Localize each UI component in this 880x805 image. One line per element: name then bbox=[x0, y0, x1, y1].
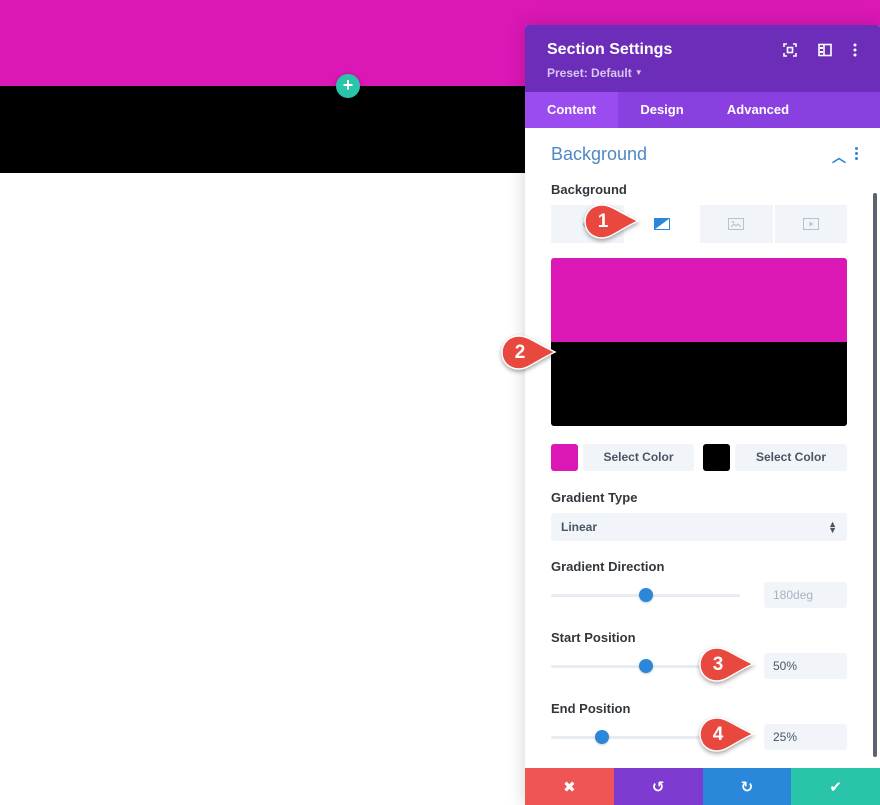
gradient-preview bbox=[551, 258, 847, 426]
background-label: Background bbox=[551, 182, 627, 197]
caret-down-icon: ▼ bbox=[634, 68, 643, 77]
panel-title: Section Settings bbox=[547, 41, 673, 58]
check-icon: ✔ bbox=[829, 778, 842, 796]
start-position-slider-handle[interactable] bbox=[638, 659, 653, 673]
select-color-end-button[interactable]: Select Color bbox=[735, 444, 847, 471]
gradient-type-value: Linear bbox=[561, 520, 598, 534]
color-swatch-start[interactable] bbox=[551, 444, 578, 471]
panel-scrollbar[interactable] bbox=[873, 193, 877, 757]
annotation-number: 1 bbox=[597, 211, 609, 232]
section-settings-panel: Section Settings Preset: Default ▼ Conten… bbox=[525, 25, 880, 805]
tab-advanced[interactable]: Advanced bbox=[706, 92, 810, 128]
group-options-icon[interactable] bbox=[855, 147, 859, 162]
start-position-label: Start Position bbox=[551, 630, 636, 645]
annotation-number: 4 bbox=[712, 724, 724, 745]
panel-tabs: Content Design Advanced bbox=[525, 92, 880, 128]
preset-label: Preset: Default bbox=[547, 66, 632, 80]
gradient-preview-start bbox=[551, 258, 847, 342]
preset-dropdown[interactable]: Preset: Default ▼ bbox=[547, 66, 643, 80]
end-position-input[interactable]: 25% bbox=[764, 724, 847, 750]
panel-footer: ✖ ↺ ↻ ✔ bbox=[525, 768, 880, 805]
end-position-label: End Position bbox=[551, 701, 631, 716]
tab-content[interactable]: Content bbox=[525, 92, 618, 128]
select-arrows-icon: ▲ ▼ bbox=[828, 519, 837, 535]
chevron-up-icon[interactable]: ︿ bbox=[832, 147, 846, 167]
redo-button[interactable]: ↻ bbox=[702, 768, 792, 805]
gradient-stop-2: Select Color bbox=[703, 444, 847, 471]
end-position-slider-handle[interactable] bbox=[595, 730, 610, 744]
image-icon bbox=[728, 218, 745, 230]
gradient-direction-label: Gradient Direction bbox=[551, 559, 665, 574]
background-group-title[interactable]: Background bbox=[551, 144, 647, 165]
gradient-direction-slider-handle[interactable] bbox=[638, 588, 653, 602]
fullscreen-icon[interactable] bbox=[782, 42, 798, 58]
color-swatch-end[interactable] bbox=[703, 444, 730, 471]
save-button[interactable]: ✔ bbox=[791, 768, 880, 805]
annotation-badge-4: 4 bbox=[698, 716, 756, 754]
gradient-direction-input[interactable]: 180deg bbox=[764, 582, 847, 608]
gradient-type-label: Gradient Type bbox=[551, 490, 638, 505]
page-canvas: + Section Settings Preset: Default ▼ Cont… bbox=[0, 0, 880, 805]
panel-header: Section Settings Preset: Default ▼ bbox=[525, 25, 880, 92]
discard-button[interactable]: ✖ bbox=[525, 768, 614, 805]
annotation-badge-2: 2 bbox=[500, 334, 558, 372]
add-section-button[interactable]: + bbox=[336, 74, 360, 98]
gradient-stop-1: Select Color bbox=[551, 444, 695, 471]
split-view-icon[interactable] bbox=[817, 42, 833, 58]
redo-icon: ↻ bbox=[740, 778, 754, 796]
tab-design[interactable]: Design bbox=[618, 92, 706, 128]
bg-tab-video[interactable] bbox=[774, 205, 847, 243]
annotation-badge-3: 3 bbox=[698, 646, 756, 684]
gradient-type-select[interactable]: Linear ▲ ▼ bbox=[551, 513, 847, 541]
annotation-number: 2 bbox=[514, 342, 526, 363]
annotation-number: 3 bbox=[712, 654, 724, 675]
close-icon: ✖ bbox=[563, 778, 576, 796]
gradient-icon bbox=[653, 218, 670, 230]
more-options-icon[interactable] bbox=[847, 42, 863, 58]
gradient-preview-end bbox=[551, 342, 847, 426]
undo-button[interactable]: ↺ bbox=[613, 768, 703, 805]
undo-icon: ↺ bbox=[651, 778, 665, 796]
annotation-badge-1: 1 bbox=[583, 203, 641, 241]
start-position-input[interactable]: 50% bbox=[764, 653, 847, 679]
select-color-start-button[interactable]: Select Color bbox=[583, 444, 694, 471]
plus-icon: + bbox=[342, 75, 354, 95]
video-icon bbox=[802, 218, 819, 230]
bg-tab-image[interactable] bbox=[700, 205, 773, 243]
